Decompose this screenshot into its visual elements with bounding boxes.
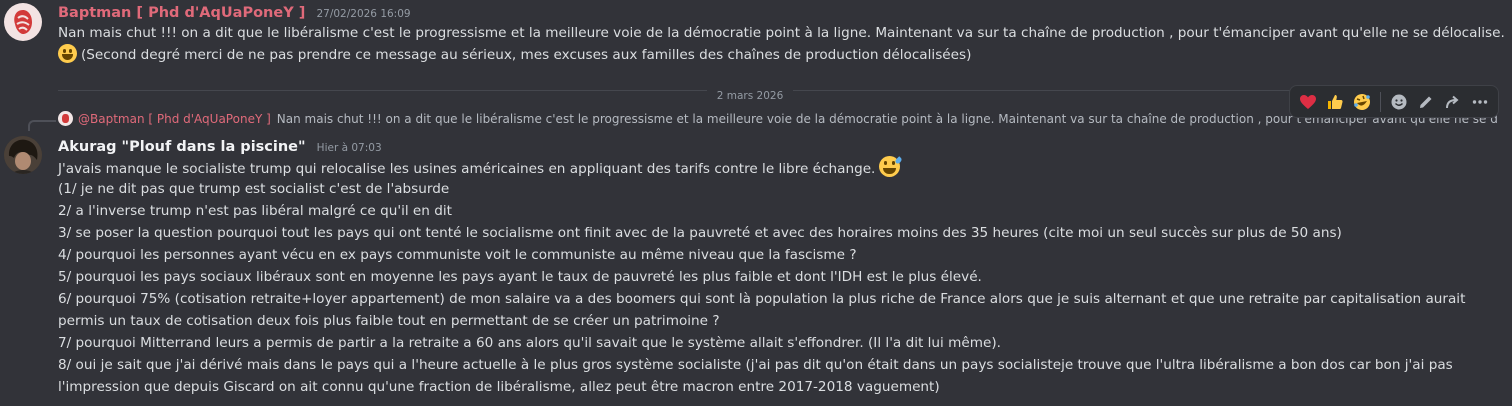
date-divider: 2 mars 2026 — [0, 84, 1500, 103]
grinning-emoji-icon — [58, 44, 77, 63]
edit-icon[interactable] — [1414, 89, 1439, 115]
message-line-7: 6/ pourquoi 75% (cotisation retraite+loy… — [58, 291, 1466, 307]
message-akurag: Akurag "Plouf dans la piscine" Hier à 07… — [0, 128, 1512, 406]
timestamp: 27/02/2026 16:09 — [316, 8, 411, 20]
message-line-5: 4/ pourquoi les personnes ayant vécu en … — [58, 247, 857, 263]
message-line-3: 2/ a l'inverse trump n'est pas libéral m… — [58, 203, 452, 219]
message-baptman: Baptman [ Phd d'AqUaPoneY ] 27/02/2026 1… — [0, 0, 1512, 80]
avatar[interactable] — [4, 3, 42, 41]
message-text-line2: (Second degré merci de ne pas prendre ce… — [58, 44, 971, 66]
message-line-10: 8/ oui je sait que j'ai dérivé mais dans… — [58, 357, 1453, 373]
rolling-laughing-reaction-icon[interactable] — [1349, 89, 1374, 115]
reply-icon[interactable] — [1441, 89, 1466, 115]
message-line-9: 7/ pourquoi Mitterrand leurs a permis de… — [58, 335, 1001, 351]
avatar[interactable] — [4, 136, 42, 174]
message-line-1: J'avais manque le socialiste trump qui r… — [58, 156, 904, 180]
thumbs-up-reaction-icon[interactable] — [1323, 89, 1348, 115]
message-line-4: 3/ se poser la question pourquoi tout le… — [58, 225, 1342, 241]
author-name[interactable]: Akurag "Plouf dans la piscine" — [58, 139, 306, 155]
date-divider-label: 2 mars 2026 — [706, 90, 794, 102]
timestamp: Hier à 07:03 — [316, 142, 382, 154]
toolbar-separator — [1380, 91, 1382, 112]
message-text: Nan mais chut !!! on a dit que le libéra… — [58, 25, 1505, 41]
more-icon[interactable] — [1467, 89, 1492, 115]
add-reaction-icon[interactable] — [1387, 89, 1412, 115]
reply-preview[interactable]: @Baptman [ Phd d'AqUaPoneY ] Nan mais chu… — [58, 111, 1498, 126]
message-line-6: 5/ pourquoi les pays sociaux libéraux so… — [58, 269, 982, 285]
reply-avatar — [58, 111, 73, 126]
message-line-11: l'impression que depuis Giscard on ait c… — [58, 379, 940, 395]
author-name[interactable]: Baptman [ Phd d'AqUaPoneY ] — [58, 5, 305, 21]
message-line-8: permis un taux de cotisation deux fois p… — [58, 313, 720, 329]
sweat-smile-emoji-icon — [879, 156, 904, 177]
heart-reaction-icon[interactable] — [1296, 89, 1321, 115]
reply-author[interactable]: @Baptman [ Phd d'AqUaPoneY ] — [78, 112, 271, 126]
message-line-2: (1/ je ne dit pas que trump est socialis… — [58, 181, 450, 197]
message-actions-toolbar — [1289, 85, 1499, 118]
